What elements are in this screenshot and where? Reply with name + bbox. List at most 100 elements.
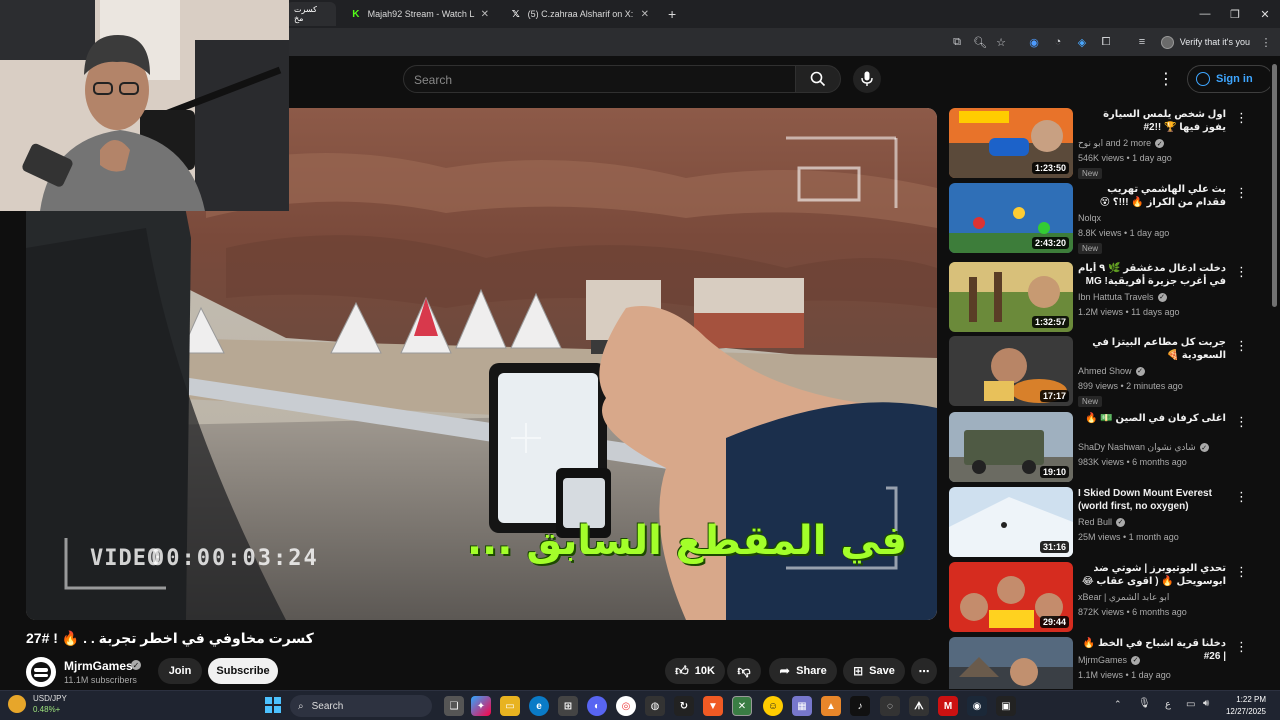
extension-icon[interactable]: ◉	[1026, 34, 1042, 50]
recommendation-title[interactable]: اول شخص يلمس السيارة يفوز فيها 🏆 !!2#	[1078, 108, 1226, 134]
video-thumbnail[interactable]: 17:17	[949, 336, 1073, 406]
list-item[interactable]: 1:23:50 اول شخص يلمس السيارة يفوز فيها 🏆…	[949, 108, 1249, 179]
recommendation-title[interactable]: اغلى كرفان في الصين 💵 🔥	[1078, 412, 1226, 425]
item-kebab-icon[interactable]: ⋮	[1235, 185, 1248, 201]
tab-x-post[interactable]: 𝕏 (5) C.zahraa Alsharif on X: "بال ✕	[502, 2, 657, 26]
microphone-icon[interactable]: 🎙︎	[1138, 698, 1151, 709]
system-clock[interactable]: 1:22 PM 12/27/2025	[1226, 694, 1266, 718]
recommendation-title[interactable]: تحدي اليوتيوبرز | شوتي ضد ابوسويحل 🔥 ( ا…	[1078, 562, 1226, 588]
recommendation-channel[interactable]: xBear | ابو عابد الشمري	[1078, 592, 1169, 603]
app-icon-2[interactable]: ↻	[674, 696, 694, 716]
input-language[interactable]: ع	[1165, 699, 1171, 710]
app-icon-7[interactable]: ᗑ	[909, 696, 929, 716]
list-item[interactable]: 17:17 جربت كل مطاعم البيتزا في السعودية …	[949, 336, 1249, 407]
recommendation-channel[interactable]: Nolqx	[1078, 213, 1101, 223]
network-icon[interactable]: ▭	[1186, 699, 1195, 710]
app-icon-9[interactable]: ▣	[996, 696, 1016, 716]
recommendation-channel[interactable]: ابو نوح and 2 more ✓	[1078, 138, 1165, 149]
item-kebab-icon[interactable]: ⋮	[1235, 639, 1248, 655]
fx-widget-icon[interactable]	[8, 695, 26, 713]
chrome-icon[interactable]: ◎	[616, 696, 636, 716]
list-item[interactable]: 1:32:57 دخلت ادغال مدغشقر 🌿 ٩ أيام في أغ…	[949, 262, 1249, 332]
save-button[interactable]: ⊞ Save	[843, 658, 905, 684]
brave-icon[interactable]: ▼	[703, 696, 723, 716]
tab-majah92-stream[interactable]: K Majah92 Stream - Watch Live o ✕	[342, 2, 497, 26]
item-kebab-icon[interactable]: ⋮	[1235, 564, 1248, 580]
sign-in-button[interactable]: Sign in	[1187, 65, 1273, 93]
tiktok-icon[interactable]: ♪	[850, 696, 870, 716]
channel-name[interactable]: MjrmGames	[64, 659, 133, 673]
subscribe-button[interactable]: Subscribe	[208, 658, 278, 684]
video-thumbnail[interactable]: 31:16	[949, 487, 1073, 557]
channel-avatar[interactable]	[26, 657, 56, 687]
app-icon-4[interactable]: ▦	[792, 696, 812, 716]
recommendation-channel[interactable]: ShaDy Nashwan شادي نشوان ✓	[1078, 442, 1209, 453]
chevron-up-icon[interactable]: ⌃	[1114, 699, 1122, 710]
recommendation-channel[interactable]: MjrmGames ✓	[1078, 655, 1140, 665]
video-thumbnail[interactable]: 2:43:20	[949, 183, 1073, 253]
item-kebab-icon[interactable]: ⋮	[1235, 414, 1248, 430]
more-actions-button[interactable]: ⋯	[911, 658, 937, 684]
recommendation-channel[interactable]: Ahmed Show ✓	[1078, 366, 1145, 376]
copilot-icon[interactable]: ✦	[471, 696, 491, 716]
recommendation-channel[interactable]: Red Bull ✓	[1078, 517, 1126, 527]
new-tab-button[interactable]: +	[660, 2, 682, 26]
steam-icon[interactable]: ◉	[967, 696, 987, 716]
discord-icon[interactable]: ◐	[587, 696, 607, 716]
window-close-button[interactable]: ✕	[1248, 0, 1280, 28]
app-icon-6[interactable]: ◌	[880, 696, 900, 716]
minimize-button[interactable]: —	[1188, 0, 1222, 28]
app-icon-3[interactable]: ☺	[763, 696, 783, 716]
list-item[interactable]: 19:10 اغلى كرفان في الصين 💵 🔥 ShaDy Nash…	[949, 412, 1249, 482]
search-button[interactable]	[795, 65, 841, 93]
store-icon[interactable]: ⊞	[558, 696, 578, 716]
puzzle-icon[interactable]: ⧠	[1098, 34, 1114, 50]
share-button[interactable]: ➦ Share	[769, 658, 837, 684]
search-input[interactable]: Search	[403, 65, 796, 93]
video-thumbnail[interactable]: 29:44	[949, 562, 1073, 632]
settings-kebab-icon[interactable]: ⋮	[1158, 69, 1174, 89]
voice-search-button[interactable]	[853, 65, 881, 93]
item-kebab-icon[interactable]: ⋮	[1235, 338, 1248, 354]
recommendation-title[interactable]: جربت كل مطاعم البيتزا في السعودية 🍕	[1078, 336, 1226, 362]
zoom-icon[interactable]: 🔍︎	[972, 34, 988, 50]
recommendation-channel[interactable]: Ibn Hattuta Travels ✓	[1078, 292, 1167, 302]
list-item[interactable]: 29:44 تحدي اليوتيوبرز | شوتي ضد ابوسويحل…	[949, 562, 1249, 632]
windows-start-icon[interactable]	[264, 696, 282, 714]
scrollbar-thumb[interactable]	[1272, 64, 1277, 307]
list-item[interactable]: دخلنا قرية اشباح في الخط 🔥 | 26# MjrmGam…	[949, 637, 1249, 689]
video-thumbnail[interactable]: 1:23:50	[949, 108, 1073, 178]
item-kebab-icon[interactable]: ⋮	[1235, 489, 1248, 505]
list-item[interactable]: 31:16 I Skied Down Mount Everest (world …	[949, 487, 1249, 557]
edge-icon[interactable]: e	[529, 696, 549, 716]
recommendation-title[interactable]: بث علي الهاشمي تهريب فقدام من الكراز 🔥 !…	[1078, 183, 1226, 209]
profile-verify-button[interactable]: Verify that it's you	[1160, 33, 1250, 51]
recommendation-title[interactable]: دخلت ادغال مدغشقر 🌿 ٩ أيام في أغرب جزيرة…	[1078, 262, 1226, 288]
install-app-icon[interactable]: ⧉	[949, 34, 965, 50]
media-controls-icon[interactable]: ≡	[1134, 34, 1150, 50]
recommendation-title[interactable]: I Skied Down Mount Everest (world first,…	[1078, 487, 1226, 513]
tab-close-icon[interactable]: ✕	[641, 9, 649, 20]
volume-icon[interactable]: 🔊︎	[1203, 698, 1209, 709]
excel-like-icon[interactable]: ✕	[732, 696, 752, 716]
like-button[interactable]: 👍︎ 10K	[665, 658, 725, 684]
tab-close-icon[interactable]: ✕	[481, 9, 489, 20]
app-icon-5[interactable]: ▲	[821, 696, 841, 716]
video-thumbnail[interactable]	[949, 637, 1073, 689]
fx-widget[interactable]: USD/JPY 0.48%+	[33, 693, 67, 715]
dislike-button[interactable]: 👎︎	[727, 658, 761, 684]
item-kebab-icon[interactable]: ⋮	[1235, 110, 1248, 126]
tab-current-video[interactable]: كسرت مخ	[286, 2, 336, 26]
extension-ghost-icon[interactable]: ◔	[1050, 34, 1066, 50]
extension-blue-icon[interactable]: ◈	[1074, 34, 1090, 50]
item-kebab-icon[interactable]: ⋮	[1235, 264, 1248, 280]
list-item[interactable]: 2:43:20 بث علي الهاشمي تهريب فقدام من ال…	[949, 183, 1249, 254]
file-explorer-icon[interactable]: ▭	[500, 696, 520, 716]
bookmark-star-icon[interactable]: ☆	[993, 34, 1009, 50]
video-thumbnail[interactable]: 19:10	[949, 412, 1073, 482]
video-thumbnail[interactable]: 1:32:57	[949, 262, 1073, 332]
taskbar-search[interactable]: ⌕ Search	[290, 695, 432, 717]
app-icon-1[interactable]: ◍	[645, 696, 665, 716]
task-view-icon[interactable]: ❑	[444, 696, 464, 716]
browser-menu-icon[interactable]: ⋮	[1258, 34, 1274, 50]
